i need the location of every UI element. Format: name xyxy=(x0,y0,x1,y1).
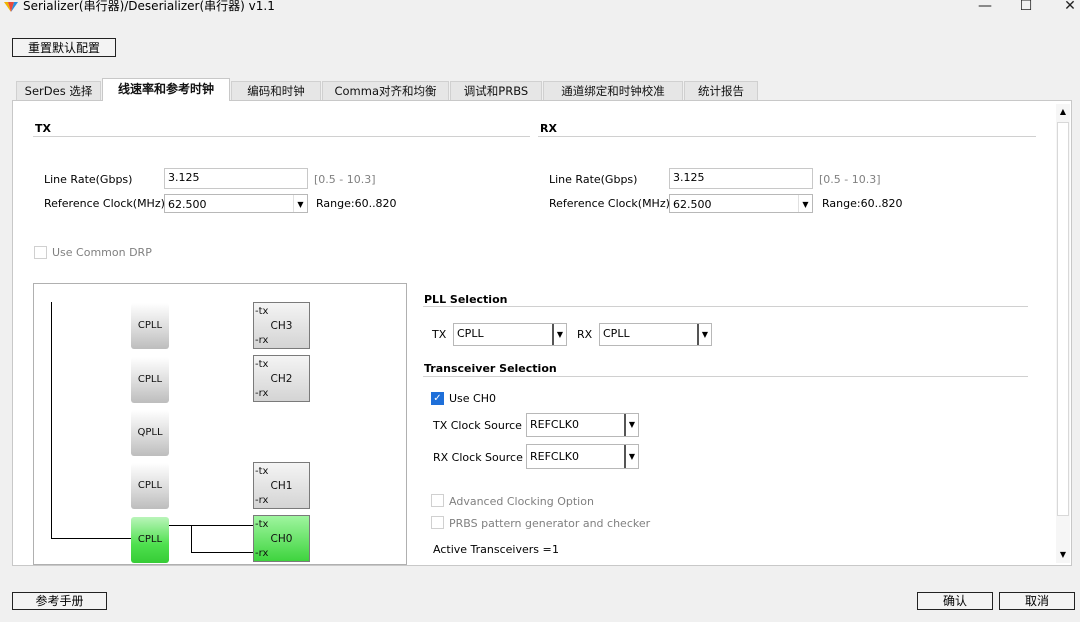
pll-block-cpll[interactable]: CPLL xyxy=(131,463,169,509)
chevron-down-icon: ▼ xyxy=(552,324,566,345)
tx-clock-source-select[interactable]: REFCLK0 ▼ xyxy=(526,413,639,437)
channel-name: CH0 xyxy=(270,533,293,545)
rx-clock-source-value: REFCLK0 xyxy=(530,450,579,463)
tab-comma-align-equalization[interactable]: Comma对齐和均衡 xyxy=(322,81,449,100)
rx-ref-clock-value: 62.500 xyxy=(673,198,712,211)
tx-divider xyxy=(33,136,530,137)
pll-tx-label: TX xyxy=(432,328,447,341)
tx-clock-source-label: TX Clock Source xyxy=(433,419,522,432)
advanced-clocking-label: Advanced Clocking Option xyxy=(449,495,594,508)
rx-ref-clock-label: Reference Clock(MHz) xyxy=(549,197,670,210)
channel-rx-port: -rx xyxy=(255,548,269,559)
channel-name: CH2 xyxy=(270,373,293,385)
use-ch0-label: Use CH0 xyxy=(449,392,496,405)
tx-line-rate-range: [0.5 - 10.3] xyxy=(314,173,376,186)
pll-tx-value: CPLL xyxy=(457,327,484,340)
tab-encoding-clock[interactable]: 编码和时钟 xyxy=(231,81,321,100)
tab-line-rate-ref-clock[interactable]: 线速率和参考时钟 xyxy=(102,78,230,101)
tab-statistics-report[interactable]: 统计报告 xyxy=(684,81,758,100)
ok-button[interactable]: 确认 xyxy=(917,592,993,610)
rx-clock-source-label: RX Clock Source xyxy=(433,451,523,464)
rx-header: RX xyxy=(540,122,557,135)
pll-selection-header: PLL Selection xyxy=(424,293,508,306)
pll-block-qpll[interactable]: QPLL xyxy=(131,410,169,456)
pll-rx-value: CPLL xyxy=(603,327,630,340)
cancel-button[interactable]: 取消 xyxy=(999,592,1075,610)
diagram-link-line xyxy=(191,525,192,553)
channel-tx-port: -tx xyxy=(255,466,269,477)
channel-name: CH1 xyxy=(270,480,293,492)
rx-line-rate-range: [0.5 - 10.3] xyxy=(819,173,881,186)
tx-header: TX xyxy=(35,122,51,135)
transceiver-diagram: CPLL CPLL QPLL CPLL CPLL -tx CH3 -rx -tx… xyxy=(33,283,407,565)
channel-name: CH3 xyxy=(270,320,293,332)
chevron-down-icon: ▼ xyxy=(293,195,307,212)
pll-block-cpll-active[interactable]: CPLL xyxy=(131,517,169,563)
reference-manual-button[interactable]: 参考手册 xyxy=(12,592,107,610)
diagram-bus-line xyxy=(51,302,52,539)
use-common-drp-checkbox[interactable] xyxy=(34,246,47,259)
tx-line-rate-input[interactable]: 3.125 xyxy=(164,168,308,189)
channel-tx-port: -tx xyxy=(255,306,269,317)
chevron-down-icon: ▼ xyxy=(624,445,638,468)
pll-selection-divider xyxy=(423,306,1028,307)
rx-line-rate-input[interactable]: 3.125 xyxy=(669,168,813,189)
pll-rx-select[interactable]: CPLL ▼ xyxy=(599,323,712,346)
prbs-label: PRBS pattern generator and checker xyxy=(449,517,651,530)
scroll-down-icon[interactable]: ▼ xyxy=(1056,548,1070,562)
pll-block-cpll[interactable]: CPLL xyxy=(131,357,169,403)
transceiver-selection-header: Transceiver Selection xyxy=(424,362,557,375)
diagram-tx-line xyxy=(168,525,254,526)
tx-ref-clock-range: Range:60..820 xyxy=(316,197,397,210)
use-common-drp-label: Use Common DRP xyxy=(52,246,152,259)
diagram-rx-line xyxy=(191,552,254,553)
tx-ref-clock-value: 62.500 xyxy=(168,198,207,211)
rx-clock-source-select[interactable]: REFCLK0 ▼ xyxy=(526,444,639,469)
use-ch0-checkbox[interactable]: ✓ xyxy=(431,392,444,405)
window-title: Serializer(串行器)/Deserializer(串行器) v1.1 xyxy=(23,0,275,13)
rx-divider xyxy=(538,136,1036,137)
pll-tx-select[interactable]: CPLL ▼ xyxy=(453,323,567,346)
chevron-down-icon: ▼ xyxy=(697,324,711,345)
tab-channel-bonding[interactable]: 通道绑定和时钟校准 xyxy=(543,81,683,100)
rx-ref-clock-select[interactable]: 62.500 ▼ xyxy=(669,194,813,213)
tx-ref-clock-label: Reference Clock(MHz) xyxy=(44,197,165,210)
channel-tx-port: -tx xyxy=(255,359,269,370)
tab-debug-prbs[interactable]: 调试和PRBS xyxy=(450,81,542,100)
channel-rx-port: -rx xyxy=(255,388,269,399)
prbs-checkbox[interactable] xyxy=(431,516,444,529)
pll-rx-label: RX xyxy=(577,328,593,341)
rx-line-rate-label: Line Rate(Gbps) xyxy=(549,173,638,186)
channel-tx-port: -tx xyxy=(255,519,269,530)
channel-block-ch2[interactable]: -tx CH2 -rx xyxy=(253,355,310,402)
tab-serdes-select[interactable]: SerDes 选择 xyxy=(16,81,101,100)
chevron-down-icon: ▼ xyxy=(798,195,812,212)
tx-line-rate-label: Line Rate(Gbps) xyxy=(44,173,133,186)
title-bar: Serializer(串行器)/Deserializer(串行器) v1.1 —… xyxy=(0,0,1080,22)
maximize-icon[interactable]: ☐ xyxy=(1011,0,1041,15)
channel-block-ch3[interactable]: -tx CH3 -rx xyxy=(253,302,310,349)
scrollbar-thumb[interactable] xyxy=(1057,122,1069,516)
rx-ref-clock-range: Range:60..820 xyxy=(822,197,903,210)
minimize-icon[interactable]: — xyxy=(970,0,1000,15)
app-icon xyxy=(3,0,19,14)
reset-defaults-button[interactable]: 重置默认配置 xyxy=(12,38,116,57)
tx-clock-source-value: REFCLK0 xyxy=(530,418,579,431)
channel-block-ch1[interactable]: -tx CH1 -rx xyxy=(253,462,310,509)
diagram-bus-line xyxy=(51,538,131,539)
tx-ref-clock-select[interactable]: 62.500 ▼ xyxy=(164,194,308,213)
chevron-down-icon: ▼ xyxy=(624,414,638,436)
close-icon[interactable]: ✕ xyxy=(1055,0,1080,15)
active-transceivers-label: Active Transceivers = xyxy=(433,543,552,556)
active-transceivers-value: 1 xyxy=(552,543,559,556)
scroll-up-icon[interactable]: ▲ xyxy=(1056,105,1070,119)
channel-rx-port: -rx xyxy=(255,495,269,506)
transceiver-selection-divider xyxy=(423,376,1028,377)
channel-rx-port: -rx xyxy=(255,335,269,346)
advanced-clocking-checkbox[interactable] xyxy=(431,494,444,507)
pll-block-cpll[interactable]: CPLL xyxy=(131,303,169,349)
channel-block-ch0-active[interactable]: -tx CH0 -rx xyxy=(253,515,310,562)
